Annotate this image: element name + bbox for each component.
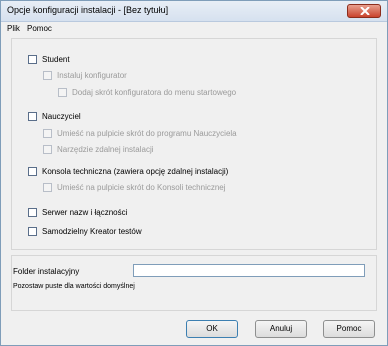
window-title: Opcje konfiguracji instalacji - [Bez tyt… [7,5,169,15]
add-configurator-shortcut-label: Dodaj skrót konfiguratora do menu starto… [72,88,237,97]
name-server-checkbox[interactable] [28,208,37,217]
cancel-button[interactable]: Anuluj [255,320,307,338]
install-folder-input[interactable] [133,264,365,277]
tech-console-shortcut-label: Umieść na pulpicie skrót do Konsoli tech… [57,183,226,192]
menu-help[interactable]: Pomoc [27,24,52,33]
close-icon [360,7,370,15]
teacher-desktop-shortcut-label: Umieść na pulpicie skrót do programu Nau… [57,129,237,138]
help-button[interactable]: Pomoc [323,320,375,338]
install-folder-label: Folder instalacyjny [13,267,80,276]
ok-button[interactable]: OK [186,320,238,338]
teacher-remote-tools-checkbox [43,145,52,154]
teacher-label: Nauczyciel [42,112,81,121]
teacher-remote-tools-label: Narzędzie zdalnej instalacji [57,145,154,154]
title-bar[interactable]: Opcje konfiguracji instalacji - [Bez tyt… [1,1,387,22]
student-label: Student [42,55,70,64]
teacher-desktop-shortcut-checkbox [43,129,52,138]
test-wizard-label: Samodzielny Kreator testów [42,227,142,236]
add-configurator-shortcut-checkbox [58,88,67,97]
menu-bar: Plik Pomoc [1,22,387,36]
menu-file[interactable]: Plik [7,24,20,33]
name-server-label: Serwer nazw i łączności [42,208,128,217]
install-configurator-label: Instaluj konfigurator [57,71,127,80]
config-dialog-window: Opcje konfiguracji instalacji - [Bez tyt… [0,0,388,346]
install-folder-hint: Pozostaw puste dla wartości domyślnej [13,283,135,290]
test-wizard-checkbox[interactable] [28,227,37,236]
install-configurator-checkbox [43,71,52,80]
tech-console-checkbox[interactable] [28,167,37,176]
close-button[interactable] [347,4,381,18]
tech-console-label: Konsola techniczna (zawiera opcję zdalne… [42,167,229,176]
tech-console-shortcut-checkbox [43,183,52,192]
teacher-checkbox[interactable] [28,112,37,121]
student-checkbox[interactable] [28,55,37,64]
